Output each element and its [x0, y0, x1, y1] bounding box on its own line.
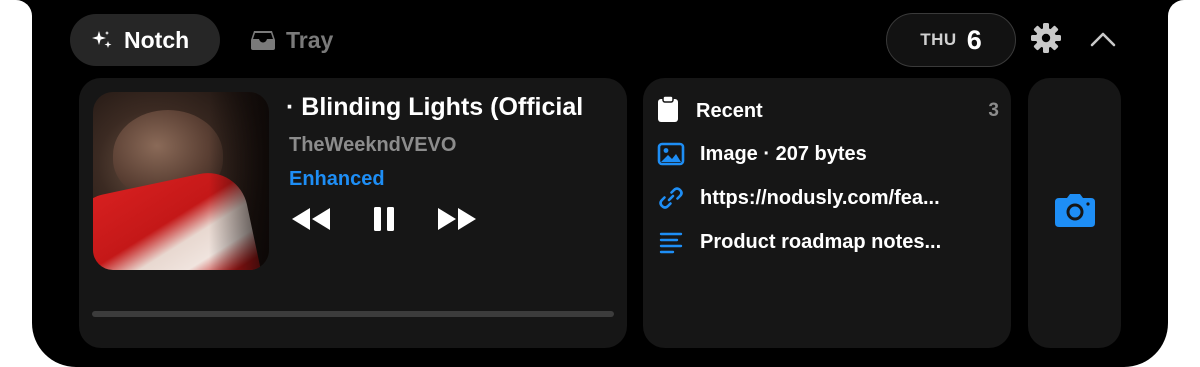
recent-clipboard-card: Recent 3 Image · 207 bytes https://nodus… [643, 78, 1011, 348]
fast-forward-icon [436, 206, 478, 237]
chevron-up-icon [1089, 30, 1117, 53]
link-icon [657, 184, 685, 212]
recent-title: Recent [696, 99, 763, 122]
rewind-icon [290, 206, 332, 237]
settings-button[interactable] [1028, 22, 1064, 58]
recent-count-badge: 3 [988, 100, 999, 121]
tab-tray[interactable]: Tray [232, 14, 351, 66]
date-day: 6 [966, 24, 982, 55]
recent-item-text[interactable]: Product roadmap notes... [657, 227, 997, 257]
recent-item-link[interactable]: https://nodusly.com/fea... [657, 183, 997, 213]
tab-notch[interactable]: Notch [70, 14, 220, 66]
text-lines-icon [657, 228, 685, 256]
notch-ear-left [16, 0, 32, 16]
recent-header: Recent 3 [657, 94, 999, 128]
track-source-tag[interactable]: Enhanced [289, 168, 385, 191]
image-icon [657, 140, 685, 168]
notch-ear-right [1168, 0, 1184, 16]
track-artist: TheWeekndVEVO [289, 134, 457, 156]
recent-item-label: Product roadmap notes... [700, 230, 942, 253]
recent-item-label: Image · 207 bytes [700, 142, 867, 165]
date-weekday: THU [920, 30, 957, 49]
recent-item-label: https://nodusly.com/fea... [700, 186, 940, 209]
camera-button[interactable] [1028, 78, 1121, 348]
pause-icon [372, 205, 396, 238]
fast-forward-button[interactable] [435, 206, 479, 236]
gear-icon [1030, 22, 1062, 59]
tab-tray-label: Tray [286, 26, 334, 53]
clipboard-icon [657, 94, 679, 128]
album-artwork[interactable] [93, 92, 269, 270]
camera-icon [1053, 193, 1097, 234]
pause-button[interactable] [369, 206, 399, 236]
tab-notch-label: Notch [124, 26, 190, 53]
recent-item-image[interactable]: Image · 207 bytes [657, 139, 997, 169]
date-widget[interactable]: THU 6 [886, 13, 1016, 67]
media-player-card: · Blinding Lights (Official TheWeekndVEV… [79, 78, 627, 348]
tray-icon [250, 29, 276, 51]
rewind-button[interactable] [289, 206, 333, 236]
collapse-button[interactable] [1086, 26, 1120, 56]
track-title: · Blinding Lights (Official [286, 93, 584, 121]
playback-progress-bar[interactable] [92, 311, 614, 317]
sparkles-icon [90, 28, 114, 52]
